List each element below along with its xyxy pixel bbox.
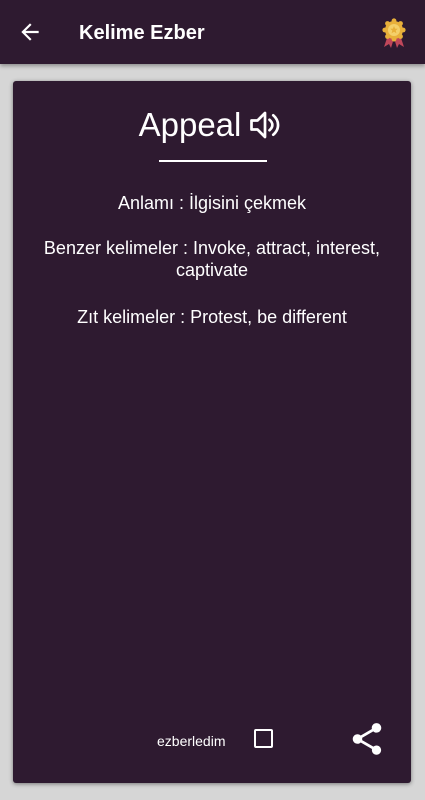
achievements-button[interactable]: [377, 16, 411, 50]
opposite-words-text: Zıt kelimeler : Protest, be different: [77, 307, 347, 327]
share-button[interactable]: [347, 719, 387, 759]
award-ribbon-icon: [382, 18, 406, 48]
word-header: Appeal: [13, 103, 411, 147]
memorized-checkbox[interactable]: [254, 729, 273, 748]
app-bar: Kelime Ezber: [0, 0, 425, 64]
back-button[interactable]: [8, 12, 52, 52]
word-text: Appeal: [138, 106, 242, 143]
memorized-label: ezberledim: [157, 733, 226, 749]
word-card: Appeal Anlamı : İlgisini çekmek Benzer k…: [13, 81, 411, 783]
page-title: Kelime Ezber: [79, 22, 205, 44]
pronounce-button[interactable]: [245, 105, 285, 145]
title-divider: [159, 160, 267, 162]
meaning-text: Anlamı : İlgisini çekmek: [117, 193, 307, 213]
speaker-icon: [250, 111, 280, 139]
similar-words-text: Benzer kelimeler : Invoke, attract, inte…: [43, 238, 381, 280]
share-icon: [352, 723, 382, 755]
arrow-left-icon: [21, 23, 39, 41]
